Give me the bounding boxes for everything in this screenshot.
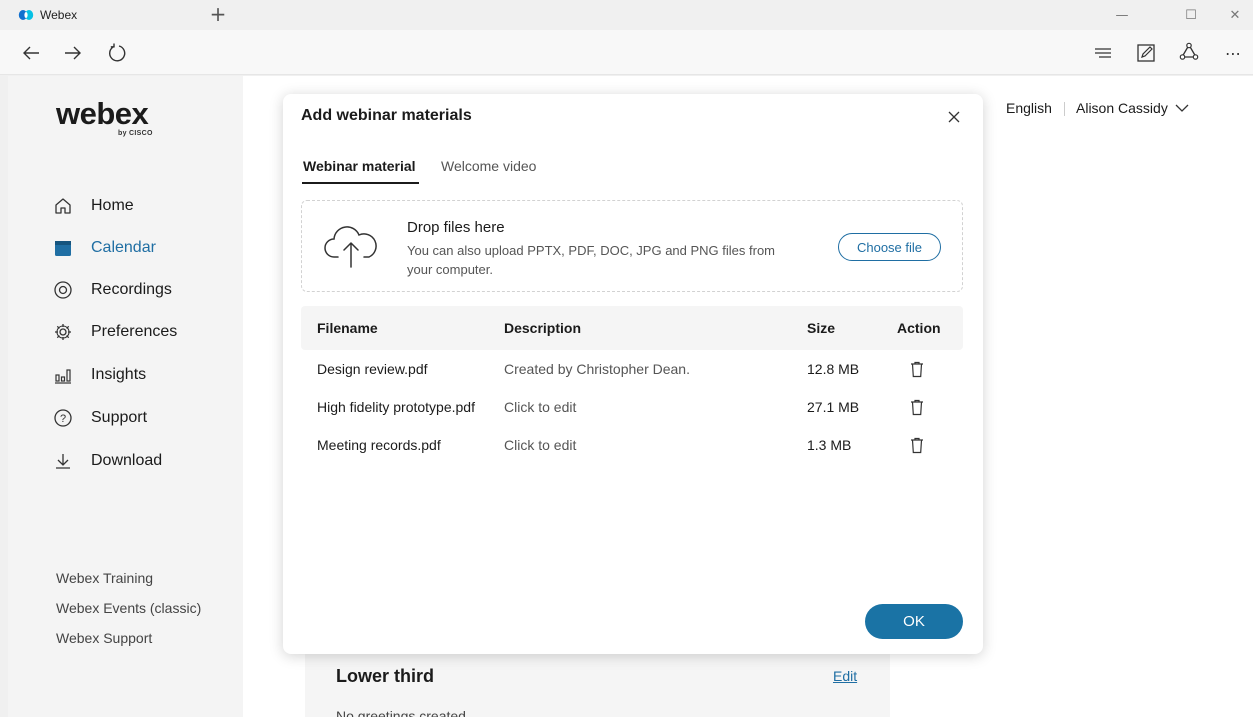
refresh-button[interactable]: [102, 38, 132, 68]
refresh-icon: [109, 43, 126, 62]
sidebar-item-label: Recordings: [91, 281, 172, 298]
description-cell[interactable]: Created by Christopher Dean.: [504, 350, 690, 388]
close-icon: [948, 111, 960, 123]
sidebar-item-preferences[interactable]: Preferences: [52, 317, 232, 347]
back-button[interactable]: [16, 38, 46, 68]
new-tab-button[interactable]: +: [206, 2, 230, 26]
notes-button[interactable]: [1131, 38, 1161, 68]
sidebar-item-label: Support: [91, 409, 148, 426]
arrow-left-icon: [23, 46, 39, 60]
webex-training-link[interactable]: Webex Training: [56, 570, 153, 586]
sidebar-item-label: Calendar: [91, 239, 156, 256]
browser-title-bar: Webex + — ☐ ✕: [0, 0, 1253, 30]
sidebar-item-label: Preferences: [91, 323, 178, 340]
tab-webinar-material[interactable]: Webinar material: [303, 158, 416, 174]
share-button[interactable]: [1174, 38, 1204, 68]
help-icon: ?: [52, 407, 74, 429]
calendar-icon: [52, 237, 74, 259]
webex-support-link[interactable]: Webex Support: [56, 630, 152, 646]
sidebar-item-download[interactable]: Download: [52, 446, 232, 476]
page-content: webex by CISCO Home Calendar Recordings …: [8, 76, 1253, 717]
size-cell: 27.1 MB: [807, 399, 860, 415]
drop-zone-title: Drop files here: [407, 219, 505, 236]
active-tab-underline: [302, 182, 419, 184]
maximize-button[interactable]: ☐: [1168, 0, 1214, 30]
webex-events-classic-link[interactable]: Webex Events (classic): [56, 600, 201, 616]
arrow-right-icon: [65, 46, 81, 60]
cisco-tagline: by CISCO: [118, 130, 153, 137]
webex-logo-icon: [18, 10, 34, 20]
table-row: High fidelity prototype.pdf Click to edi…: [301, 388, 963, 426]
filename-cell: Meeting records.pdf: [317, 437, 441, 453]
reading-list-button[interactable]: [1088, 38, 1118, 68]
column-header-action: Action: [897, 320, 941, 336]
table-header: Filename Description Size Action: [301, 306, 963, 350]
sidebar-item-insights[interactable]: Insights: [52, 360, 232, 390]
sidebar-item-calendar[interactable]: Calendar: [52, 233, 232, 263]
column-header-description: Description: [504, 320, 582, 336]
lower-third-title: Lower third: [336, 666, 434, 686]
size-cell: 12.8 MB: [807, 361, 860, 377]
filename-cell: High fidelity prototype.pdf: [317, 399, 475, 415]
svg-text:?: ?: [60, 413, 66, 425]
recordings-icon: [52, 279, 74, 301]
ok-button[interactable]: OK: [865, 604, 963, 639]
sidebar-item-label: Home: [91, 197, 134, 214]
home-icon: [52, 195, 74, 217]
share-icon: [1179, 42, 1199, 60]
header-divider: [1064, 102, 1065, 116]
trash-icon[interactable]: [909, 437, 925, 454]
insights-icon: [52, 364, 74, 386]
column-header-filename: Filename: [317, 320, 378, 336]
user-name: Alison Cassidy: [1076, 100, 1168, 116]
minimize-button[interactable]: —: [1099, 0, 1145, 30]
sidebar-item-home[interactable]: Home: [52, 191, 232, 221]
close-window-button[interactable]: ✕: [1212, 0, 1253, 30]
description-cell[interactable]: Click to edit: [504, 426, 576, 464]
sidebar: webex by CISCO Home Calendar Recordings …: [8, 76, 243, 717]
dialog-title: Add webinar materials: [301, 107, 472, 124]
tab-welcome-video[interactable]: Welcome video: [441, 158, 536, 174]
description-cell[interactable]: Click to edit: [504, 388, 576, 426]
trash-icon[interactable]: [909, 399, 925, 416]
choose-file-button[interactable]: Choose file: [838, 233, 941, 261]
add-webinar-materials-dialog: Add webinar materials Webinar material W…: [283, 94, 983, 654]
pen-square-icon: [1137, 44, 1155, 62]
sidebar-item-label: Insights: [91, 366, 147, 383]
file-drop-zone[interactable]: Drop files here You can also upload PPTX…: [301, 200, 963, 292]
table-row: Design review.pdf Created by Christopher…: [301, 350, 963, 388]
cloud-upload-icon: [324, 226, 377, 268]
column-header-size: Size: [807, 320, 836, 336]
tab-title: Webex: [40, 8, 78, 22]
browser-nav-bar: ⋯: [0, 30, 1253, 75]
trash-icon[interactable]: [909, 361, 925, 378]
close-dialog-button[interactable]: [943, 106, 965, 128]
size-cell: 1.3 MB: [807, 437, 852, 453]
drop-zone-subtitle: You can also upload PPTX, PDF, DOC, JPG …: [407, 243, 776, 277]
table-row: Meeting records.pdf Click to edit 1.3 MB: [301, 426, 963, 464]
sidebar-item-label: Download: [91, 452, 163, 469]
browser-tab[interactable]: Webex: [0, 0, 200, 30]
user-menu[interactable]: Alison Cassidy: [1076, 100, 1189, 116]
edit-link[interactable]: Edit: [833, 668, 857, 684]
empty-greetings-text: No greetings created: [336, 708, 466, 717]
more-button[interactable]: ⋯: [1218, 38, 1248, 68]
gear-icon: [52, 321, 74, 343]
forward-button[interactable]: [58, 38, 88, 68]
language-selector[interactable]: English: [1006, 100, 1052, 116]
chevron-down-icon: [1175, 104, 1189, 112]
download-icon: [52, 450, 74, 472]
sidebar-item-support[interactable]: ? Support: [52, 403, 232, 433]
filename-cell: Design review.pdf: [317, 361, 428, 377]
sidebar-item-recordings[interactable]: Recordings: [52, 275, 232, 305]
webex-wordmark: webex: [56, 96, 149, 131]
list-lines-icon: [1095, 48, 1111, 58]
